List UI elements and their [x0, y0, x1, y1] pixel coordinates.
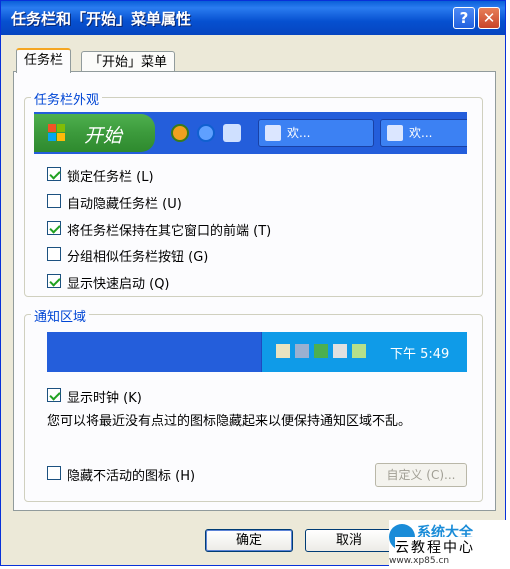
taskbar-button-2: 欢...: [380, 119, 467, 147]
cancel-button[interactable]: 取消: [305, 529, 393, 552]
taskbar-button-label: 欢...: [287, 126, 311, 140]
option-label: 锁定任务栏 (L): [67, 170, 154, 185]
internet-explorer-icon: [197, 124, 215, 142]
clock-text: 下午 5:49: [390, 347, 450, 362]
windows-logo-icon: [48, 124, 66, 142]
watermark-main: 云教程中心: [395, 537, 475, 557]
option-label: 显示时钟 (K): [67, 391, 142, 406]
watermark-url: www.xp85.cn: [389, 556, 450, 566]
start-label: 开始: [84, 125, 123, 147]
help-button[interactable]: ?: [453, 7, 475, 29]
option-label: 自动隐藏任务栏 (U): [67, 197, 182, 212]
notification-tray: 下午 5:49: [261, 332, 467, 372]
option-label: 分组相似任务栏按钮 (G): [67, 250, 209, 265]
taskbar-properties-dialog: 任务栏和「开始」菜单属性 ? ✕ 任务栏 「开始」菜单 任务栏外观 开始 欢..…: [0, 0, 506, 566]
checkbox[interactable]: [47, 247, 61, 261]
tab-taskbar[interactable]: 任务栏: [16, 48, 72, 73]
tray-monitor-icon: [314, 344, 328, 358]
close-button[interactable]: ✕: [478, 7, 500, 29]
checkbox[interactable]: [47, 274, 61, 288]
checkbox[interactable]: [47, 388, 61, 402]
window-icon: [265, 125, 281, 141]
taskbar-button-1: 欢...: [258, 119, 374, 147]
window-title: 任务栏和「开始」菜单属性: [11, 10, 192, 28]
checkbox[interactable]: [47, 221, 61, 235]
group-title-notification: 通知区域: [31, 306, 90, 325]
option-label: 隐藏不活动的图标 (H): [67, 469, 196, 484]
watermark: 系统大全 云教程中心 www.xp85.cn: [389, 520, 510, 569]
tray-app-icon: [276, 344, 290, 358]
tray-device-icon: [333, 344, 347, 358]
taskbar-button-label: 欢...: [409, 126, 433, 140]
checkbox[interactable]: [47, 167, 61, 181]
window-icon: [387, 125, 403, 141]
checkbox[interactable]: [47, 466, 61, 480]
media-player-icon: [171, 124, 189, 142]
taskbar-preview: 开始 欢... 欢...: [34, 112, 467, 154]
option-label: 显示快速启动 (Q): [67, 277, 170, 292]
customize-button[interactable]: 自定义 (C)...: [375, 463, 467, 487]
tray-description: 您可以将最近没有点过的图标隐藏起来以便保持通知区域不乱。: [47, 414, 412, 429]
tab-start-menu[interactable]: 「开始」菜单: [81, 51, 176, 73]
ok-button[interactable]: 确定: [205, 529, 293, 552]
group-title-taskbar: 任务栏外观: [31, 89, 103, 108]
start-button-preview: 开始: [34, 114, 155, 152]
checkbox[interactable]: [47, 194, 61, 208]
show-desktop-icon: [223, 124, 241, 142]
tray-preview: 下午 5:49: [47, 332, 467, 372]
option-label: 将任务栏保持在其它窗口的前端 (T): [67, 224, 272, 239]
tray-security-icon: [352, 344, 366, 358]
tray-network-icon: [295, 344, 309, 358]
title-bar: 任务栏和「开始」菜单属性 ? ✕: [1, 1, 505, 35]
